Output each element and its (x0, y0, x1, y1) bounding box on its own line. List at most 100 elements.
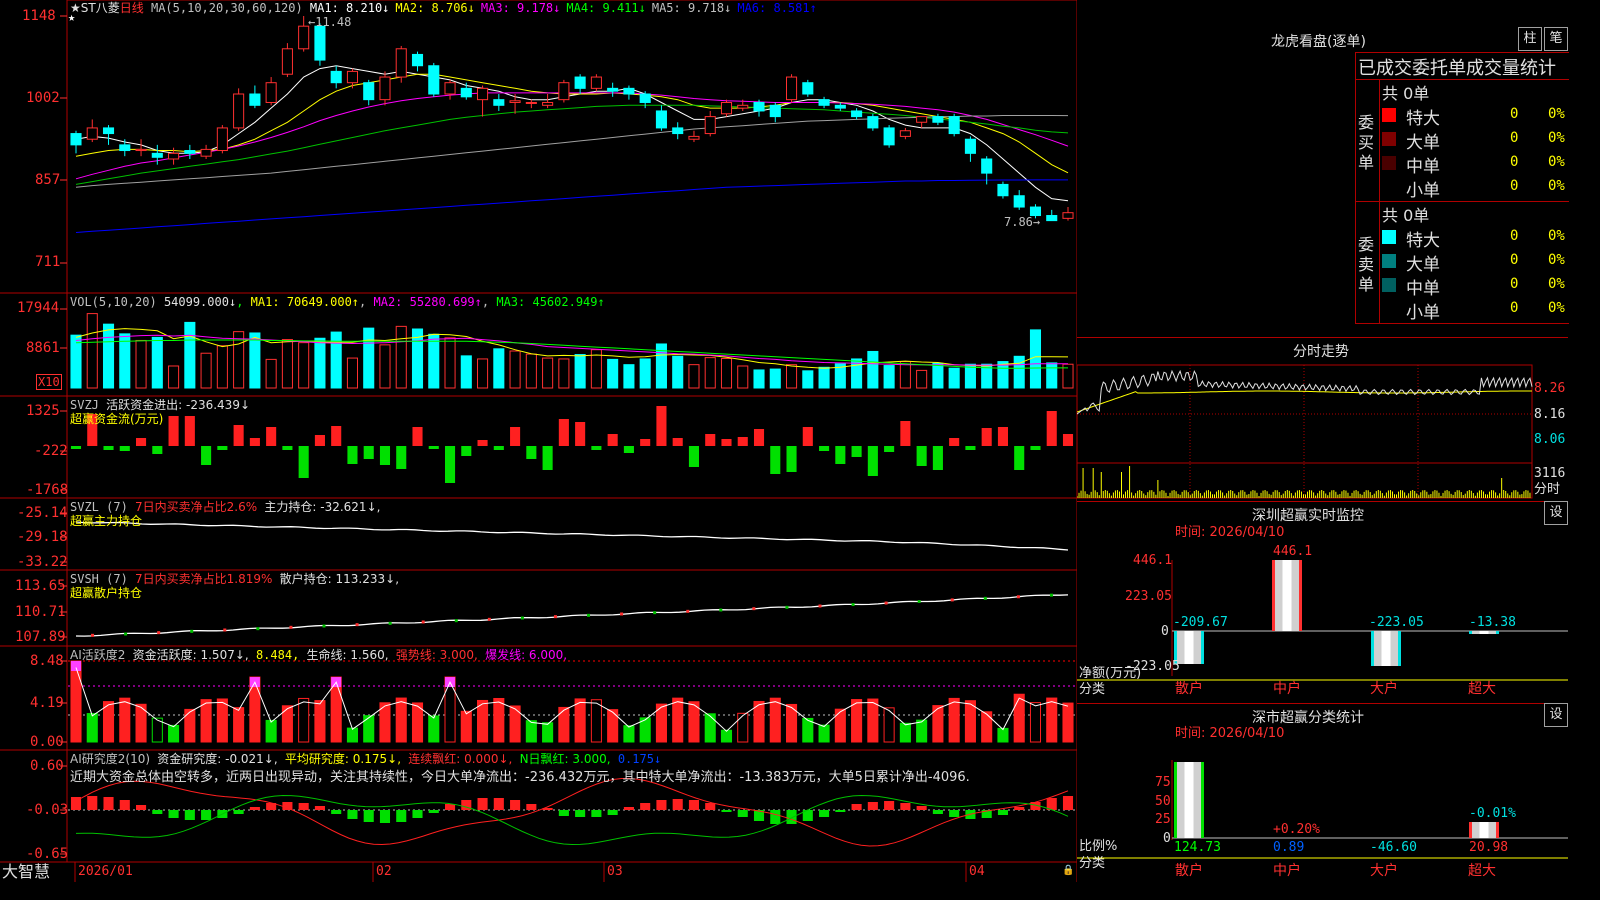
candle (883, 125, 895, 148)
svsh-header: SVSH (7) 7日内买卖净占比1.819% 散户持仓: 113.233↓, (70, 572, 399, 586)
ai-active-bar (623, 725, 635, 743)
svsh-dot (223, 628, 227, 632)
ma-value-6: MA6: 8.581↑ (737, 1, 817, 15)
ai-active-bar (428, 715, 440, 743)
svzj-bars (70, 406, 1074, 483)
research-bar (87, 796, 98, 810)
monitor-cat-label: 分类 (1079, 682, 1106, 697)
svsh-dot (1049, 593, 1053, 597)
volume-bar (70, 334, 82, 389)
research-bar (867, 802, 878, 810)
stock-name[interactable]: ★ST八菱 (70, 1, 120, 15)
ai-research-value: 资金研究度: -0.021↓, (157, 752, 278, 766)
classify-pct-1: +0.20% (1273, 822, 1320, 837)
volume-bar (395, 325, 407, 389)
y-label-svzl-3: -33.22 (17, 554, 68, 570)
research-bar (493, 798, 504, 810)
research-bar (737, 810, 748, 817)
research-bar (705, 803, 716, 810)
svzj-bar (672, 438, 683, 446)
y-label-svsh-1: 113.65 (15, 578, 66, 594)
svzj-bar (656, 406, 667, 446)
svzj-bar (347, 446, 358, 464)
order-color-swatch (1382, 254, 1396, 268)
svzl-label: 主力持仓: -32.621↓, (264, 500, 381, 514)
candle (753, 99, 765, 117)
sz-monitor-settings-button[interactable]: 设 (1544, 501, 1568, 525)
order-row: 特大 0 0% (1382, 226, 1569, 251)
research-bar (786, 810, 797, 824)
period-label[interactable]: 日线 (120, 1, 144, 15)
svzj-bar (591, 446, 602, 450)
order-row: 大单 0 0% (1382, 250, 1569, 275)
ai-active-bar (168, 724, 180, 743)
svsh-dot (1016, 595, 1020, 599)
svzj-bar (607, 434, 618, 446)
sz-classify-time: 时间: 2026/04/10 (1175, 726, 1285, 741)
research-bar (184, 810, 195, 820)
ai-active-bar (883, 707, 895, 743)
svsh-dot (91, 633, 95, 637)
y-label-svsh-2: 110.71 (15, 604, 66, 620)
research-bar (851, 804, 862, 810)
research-line-green (75, 794, 1069, 846)
svsh-dot (256, 627, 260, 631)
intraday-vol-label: 3116 (1534, 466, 1566, 481)
svzj-bar (851, 446, 862, 457)
ai-active-bar (1046, 697, 1058, 743)
ai-active-bar (119, 697, 131, 743)
volume-bar (688, 364, 700, 389)
buy-orders-label: 委买单 (1358, 113, 1375, 172)
svzj-bar (249, 438, 260, 446)
vol-title: VOL(5,10,20) (70, 295, 157, 309)
svsh-dot (190, 629, 194, 633)
y-label-research-1: 0.60 (30, 758, 64, 774)
ma-value-4: MA4: 9.411↓ (566, 1, 646, 15)
volume-bar (168, 365, 180, 389)
volume-bar (346, 357, 359, 389)
lock-icon[interactable]: 🔒 (1062, 864, 1074, 878)
svzj-bar (217, 446, 228, 450)
sz-classify-settings-button[interactable]: 设 (1544, 703, 1568, 727)
candle (704, 110, 716, 137)
pen-mode-button[interactable]: 笔 (1544, 27, 1568, 51)
bar-mode-button[interactable]: 柱 (1518, 27, 1542, 51)
research-bar (721, 810, 732, 812)
monitor-y-2: 223.05 (1125, 589, 1172, 604)
order-pct: 0% (1548, 178, 1565, 194)
monitor-cat-4: 超大 (1468, 681, 1496, 697)
svsh-dot (983, 596, 987, 600)
volume-bar (737, 365, 749, 389)
classify-bar-retail (1174, 762, 1204, 838)
candle (932, 113, 944, 126)
sz-classify-title: 深市超赢分类统计 (1252, 710, 1364, 726)
ai-active-bar (851, 699, 863, 743)
svzj-bar (1030, 446, 1041, 450)
volume-bar (704, 357, 716, 389)
ai-active-bar (1029, 702, 1042, 743)
ai-active-bar (964, 700, 976, 743)
intraday-chart[interactable] (1077, 362, 1568, 500)
vol-ma2: MA2: 55280.699↑ (373, 295, 482, 309)
volume-bar (281, 339, 293, 389)
svzj-bar (867, 446, 878, 476)
order-count: 0 (1510, 178, 1519, 194)
app-logo[interactable]: 大智慧 (2, 862, 50, 882)
svsh-dot (653, 611, 657, 615)
volume-bar (1029, 329, 1042, 389)
monitor-bar-middle (1272, 560, 1302, 631)
order-stats-subtitle: 已成交委托单成交量统计 (1358, 58, 1556, 79)
svsh-dot (587, 613, 591, 617)
intraday-vol-unit: 分时 (1534, 482, 1561, 497)
main-chart-area[interactable] (0, 0, 1077, 882)
candle (444, 79, 456, 100)
candle (330, 65, 342, 89)
svzl-subtitle: 超赢主力持仓 (70, 514, 143, 528)
y-label-research-2: -0.03 (26, 802, 69, 818)
svzj-bar (949, 438, 960, 446)
time-label-1: 2026/01 (78, 864, 133, 879)
ma-values: MA1: 8.210↓ MA2: 8.706↓ MA3: 9.178↓ MA4: 9.… (310, 1, 823, 15)
candle (86, 119, 98, 143)
order-pct: 0% (1548, 154, 1565, 170)
ma-value-2: MA2: 8.706↓ (395, 1, 475, 15)
